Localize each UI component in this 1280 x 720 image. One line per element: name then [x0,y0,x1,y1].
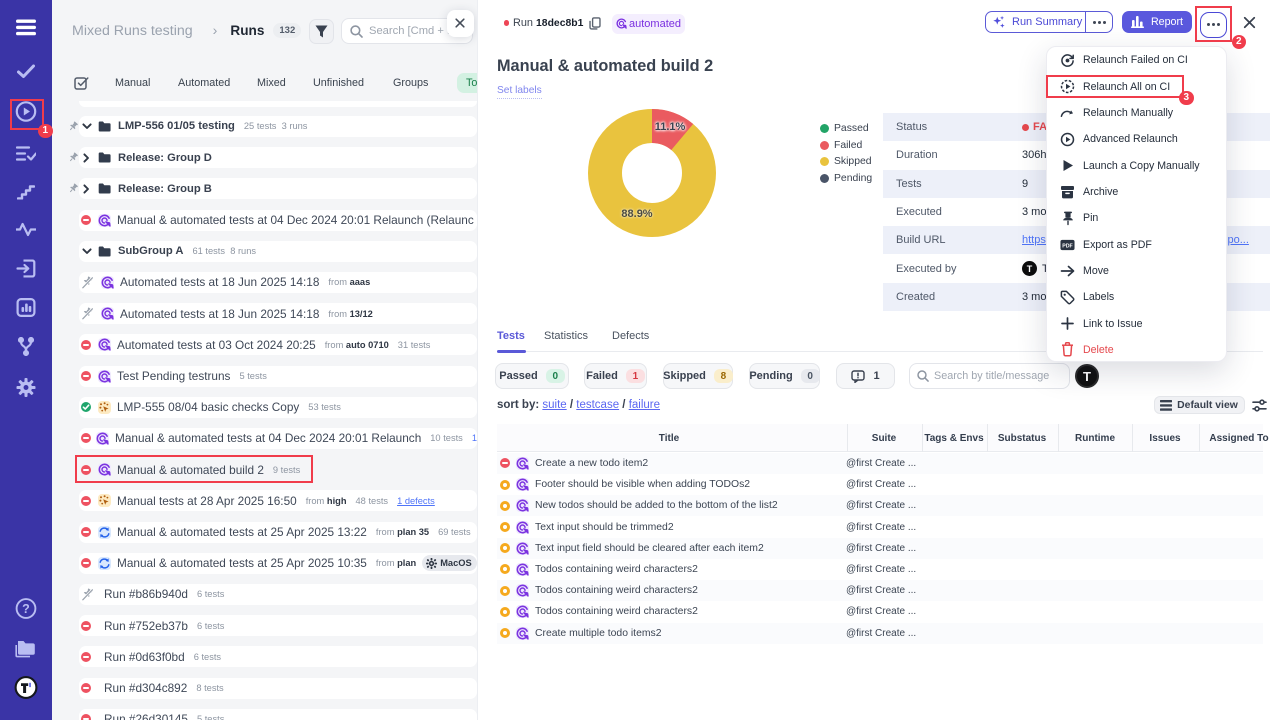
svg-text:?: ? [22,602,30,616]
svg-text:PDF: PDF [1062,243,1073,249]
